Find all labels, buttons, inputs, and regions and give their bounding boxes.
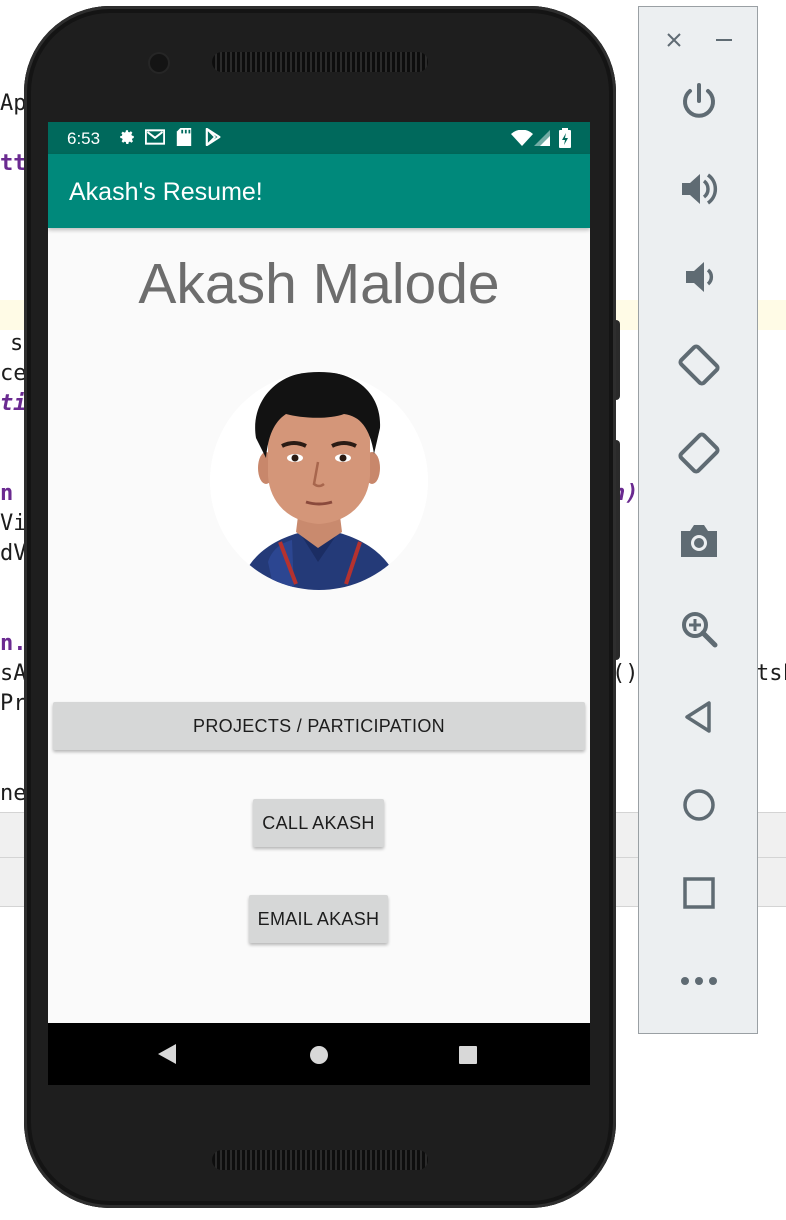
play-store-icon (205, 127, 223, 151)
ide-code-fragment: n. (0, 631, 27, 656)
more-icon[interactable] (669, 951, 729, 1011)
status-bar: 6:53 (48, 122, 590, 154)
recents-icon[interactable] (458, 1045, 478, 1070)
ide-code-fragment: dV (0, 541, 27, 566)
navigation-bar (48, 1023, 590, 1085)
zoom-icon[interactable] (669, 599, 729, 659)
rotate-right-icon[interactable] (669, 423, 729, 483)
wifi-icon (511, 129, 533, 151)
ide-code-fragment: n (0, 481, 14, 506)
ide-code-fragment: tt (0, 151, 27, 176)
ide-code-fragment: ti (0, 391, 27, 416)
home-icon[interactable] (669, 775, 729, 835)
emulator-toolbar (638, 6, 758, 1034)
back-icon[interactable] (669, 687, 729, 747)
profile-name: Akash Malode (138, 252, 500, 316)
ide-code-fragment: Pr (0, 691, 27, 716)
app-title: Akash's Resume! (69, 178, 263, 206)
minimize-icon[interactable] (709, 25, 739, 55)
call-button[interactable]: CALL AKASH (253, 799, 384, 847)
phone-screen: 6:53 Akash's Resume! Akash Malode PROJEC… (48, 122, 590, 1085)
status-time: 6:53 (67, 129, 101, 148)
screenshot-icon[interactable] (669, 511, 729, 571)
volume-down-icon[interactable] (669, 247, 729, 307)
front-camera (150, 54, 168, 72)
overview-icon[interactable] (669, 863, 729, 923)
top-speaker (212, 52, 428, 72)
ide-code-fragment: Vi (0, 511, 27, 536)
home-icon[interactable] (309, 1045, 329, 1070)
ide-code-fragment: Ap (0, 91, 27, 116)
email-button[interactable]: EMAIL AKASH (249, 895, 388, 943)
rotate-left-icon[interactable] (669, 335, 729, 395)
volume-up-icon[interactable] (669, 159, 729, 219)
ide-code-fragment: tsF (756, 661, 786, 686)
power-icon[interactable] (669, 71, 729, 131)
profile-photo (210, 372, 428, 590)
ide-code-fragment: s (10, 331, 24, 356)
ide-code-fragment: ce (0, 361, 27, 386)
ide-code-fragment: sA (0, 661, 27, 686)
battery-icon (559, 128, 571, 153)
back-icon[interactable] (156, 1043, 178, 1070)
app-bar: Akash's Resume! (48, 154, 590, 228)
signal-icon (534, 130, 550, 151)
projects-button[interactable]: PROJECTS / PARTICIPATION (53, 702, 585, 750)
close-icon[interactable] (659, 25, 689, 55)
sd-card-icon (176, 128, 192, 151)
bottom-speaker (212, 1150, 428, 1170)
gmail-icon (144, 128, 166, 151)
settings-icon (118, 128, 136, 151)
ide-code-fragment: ne (0, 781, 27, 806)
